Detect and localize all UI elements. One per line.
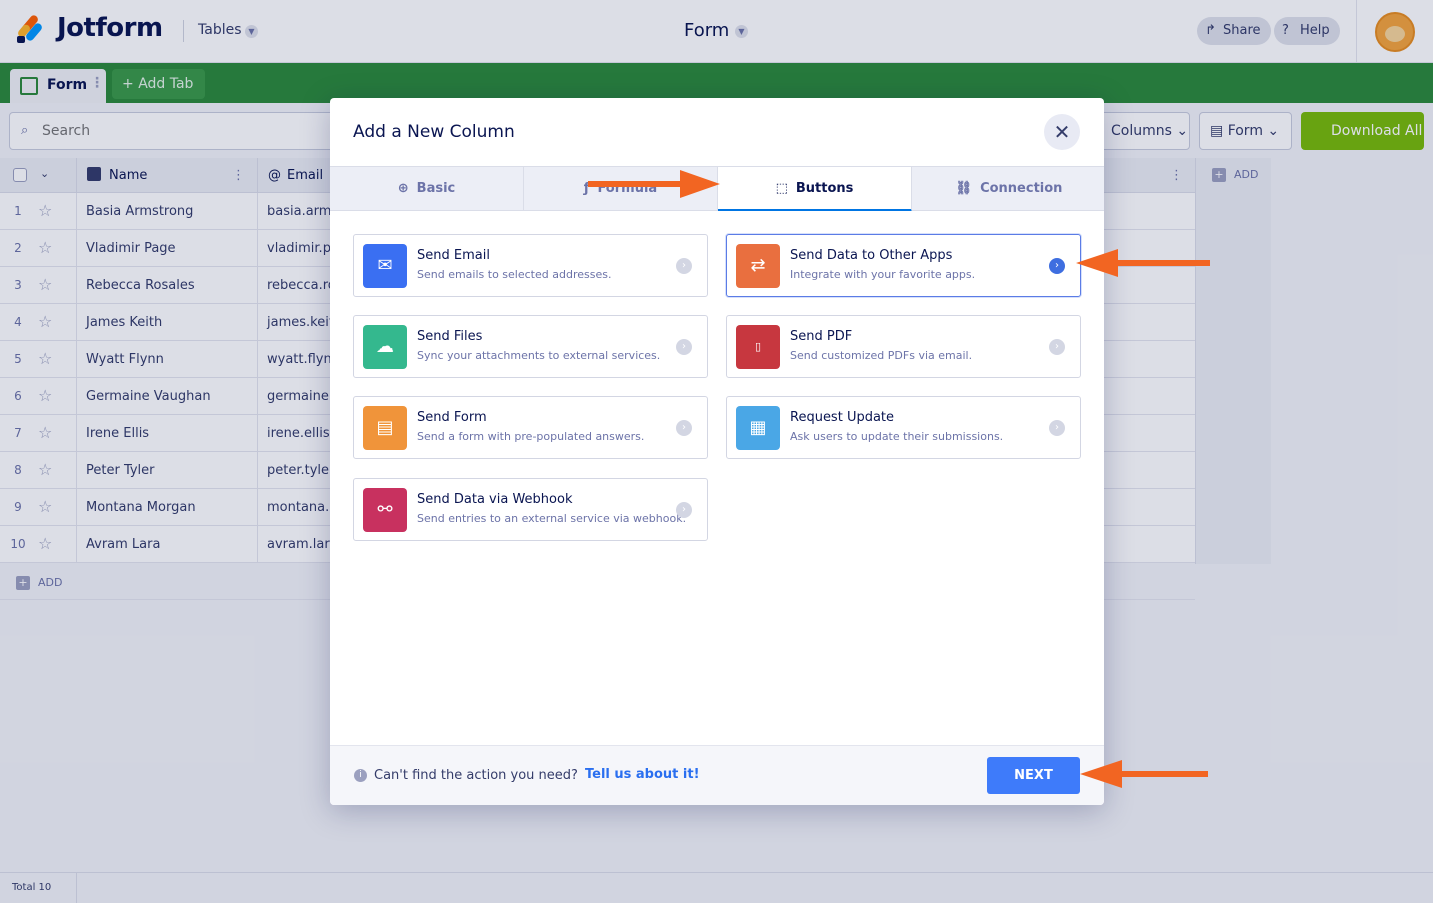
- action-send-form[interactable]: ▤ Send Form Send a form with pre-populat…: [353, 396, 708, 459]
- tab-buttons[interactable]: ⬚ Buttons: [718, 167, 912, 212]
- action-title: Send Form: [417, 410, 487, 425]
- action-title: Send Data via Webhook: [417, 492, 573, 507]
- info-icon: i: [354, 769, 367, 782]
- annotation-arrow-icon: [1080, 760, 1208, 788]
- tab-label: Connection: [980, 181, 1063, 196]
- envelope-icon: ✉: [363, 244, 407, 288]
- apps-icon: ⇄: [736, 244, 780, 288]
- feedback-link[interactable]: Tell us about it!: [585, 767, 700, 782]
- action-description: Integrate with your favorite apps.: [790, 268, 976, 281]
- footer-question: Can't find the action you need?: [374, 768, 578, 783]
- action-description: Send a form with pre-populated answers.: [417, 430, 645, 443]
- chevron-right-icon: ›: [1049, 258, 1065, 274]
- next-button[interactable]: NEXT: [987, 757, 1080, 794]
- action-title: Send PDF: [790, 329, 853, 344]
- action-description: Send customized PDFs via email.: [790, 349, 973, 362]
- action-send-pdf[interactable]: ▯ Send PDF Send customized PDFs via emai…: [726, 315, 1081, 378]
- cloud-upload-icon: ☁: [363, 325, 407, 369]
- action-send-data-to-other-apps[interactable]: ⇄ Send Data to Other Apps Integrate with…: [726, 234, 1081, 297]
- modal-title: Add a New Column: [353, 122, 515, 142]
- annotation-arrow-icon: [1076, 249, 1210, 277]
- document-icon: ▦: [736, 406, 780, 450]
- webhook-icon: ⚯: [363, 488, 407, 532]
- tab-label: Basic: [416, 181, 456, 196]
- chevron-right-icon: ›: [676, 502, 692, 518]
- form-icon: ▤: [363, 406, 407, 450]
- action-send-email[interactable]: ✉ Send Email Send emails to selected add…: [353, 234, 708, 297]
- annotation-arrow-icon: [588, 170, 720, 198]
- chevron-right-icon: ›: [676, 339, 692, 355]
- action-send-files[interactable]: ☁ Send Files Sync your attachments to ex…: [353, 315, 708, 378]
- action-description: Send entries to an external service via …: [417, 512, 687, 525]
- action-title: Request Update: [790, 410, 895, 425]
- link-icon: ⛓: [955, 181, 973, 196]
- action-request-update[interactable]: ▦ Request Update Ask users to update the…: [726, 396, 1081, 459]
- modal-footer: i Can't find the action you need? Tell u…: [330, 745, 1104, 805]
- action-send-data-via-webhook[interactable]: ⚯ Send Data via Webhook Send entries to …: [353, 478, 708, 541]
- action-list: ✉ Send Email Send emails to selected add…: [330, 211, 1104, 745]
- action-description: Ask users to update their submissions.: [790, 430, 1004, 443]
- chevron-right-icon: ›: [676, 420, 692, 436]
- action-description: Sync your attachments to external servic…: [417, 349, 661, 362]
- tab-connection[interactable]: ⛓ Connection: [912, 167, 1104, 211]
- action-title: Send Data to Other Apps: [790, 248, 953, 263]
- action-description: Send emails to selected addresses.: [417, 268, 612, 281]
- chevron-right-icon: ›: [1049, 420, 1065, 436]
- tab-label: Buttons: [795, 181, 854, 196]
- plus-circle-icon: ⊕: [397, 181, 409, 196]
- cursor-icon: ⬚: [775, 181, 788, 196]
- tab-basic[interactable]: ⊕ Basic: [330, 167, 524, 211]
- pdf-icon: ▯: [736, 325, 780, 369]
- add-column-modal: Add a New Column ✕ ⊕ Basic ƒ Formula ⬚ Butt…: [330, 98, 1104, 805]
- close-icon[interactable]: ✕: [1044, 114, 1080, 150]
- action-title: Send Files: [417, 329, 483, 344]
- action-title: Send Email: [417, 248, 490, 263]
- chevron-right-icon: ›: [1049, 339, 1065, 355]
- chevron-right-icon: ›: [676, 258, 692, 274]
